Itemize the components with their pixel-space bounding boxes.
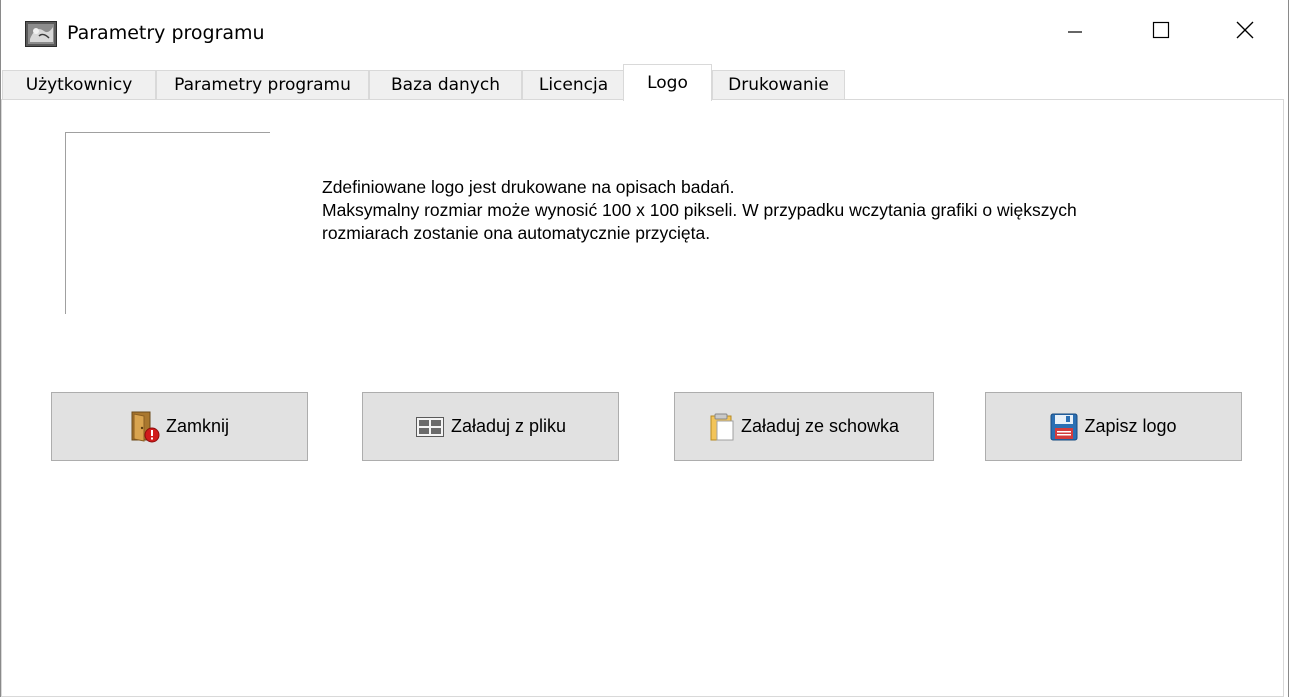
tab-uzytkownicy[interactable]: Użytkownicy [2,70,156,100]
minimize-icon [1065,20,1085,44]
file-grid-icon [415,416,445,438]
maximize-button[interactable] [1118,0,1204,64]
save-logo-label: Zapisz logo [1084,416,1177,436]
tab-baza-danych[interactable]: Baza danych [369,70,522,100]
close-button[interactable]: Zamknij [51,392,308,461]
logo-info-text: Zdefiniowane logo jest drukowane na opis… [322,176,1272,245]
close-button-label: Zamknij [165,416,229,436]
save-logo-button[interactable]: Zapisz logo [985,392,1242,461]
logo-preview [65,132,270,314]
tab-strip: Użytkownicy Parametry programu Baza dany… [1,64,1288,101]
info-line: Zdefiniowane logo jest drukowane na opis… [322,177,735,197]
close-window-button[interactable] [1202,0,1288,64]
tab-parametry-programu[interactable]: Parametry programu [156,70,369,100]
title-bar[interactable]: Parametry programu [1,0,1288,64]
load-from-clipboard-button[interactable]: Załaduj ze schowka [674,392,934,461]
load-from-file-label: Załaduj z pliku [450,416,567,436]
info-line: rozmiarach zostanie ona automatycznie pr… [322,223,711,243]
window-title: Parametry programu [67,22,265,44]
app-icon [25,21,57,47]
load-from-file-button[interactable]: Załaduj z pliku [362,392,619,461]
tab-licencja[interactable]: Licencja [522,70,625,100]
floppy-disk-icon [1050,413,1078,441]
close-icon [1234,19,1256,45]
load-from-clipboard-label: Załaduj ze schowka [740,416,900,436]
info-line: Maksymalny rozmiar może wynosić 100 x 10… [322,200,1077,220]
minimize-button[interactable] [1032,0,1118,64]
tab-drukowanie[interactable]: Drukowanie [712,70,845,100]
tab-logo[interactable]: Logo [623,64,712,101]
door-exit-icon [130,411,160,443]
clipboard-icon [709,412,735,442]
maximize-icon [1151,20,1171,44]
parameters-window: Parametry programu Użytkownicy Parametry… [0,0,1289,697]
